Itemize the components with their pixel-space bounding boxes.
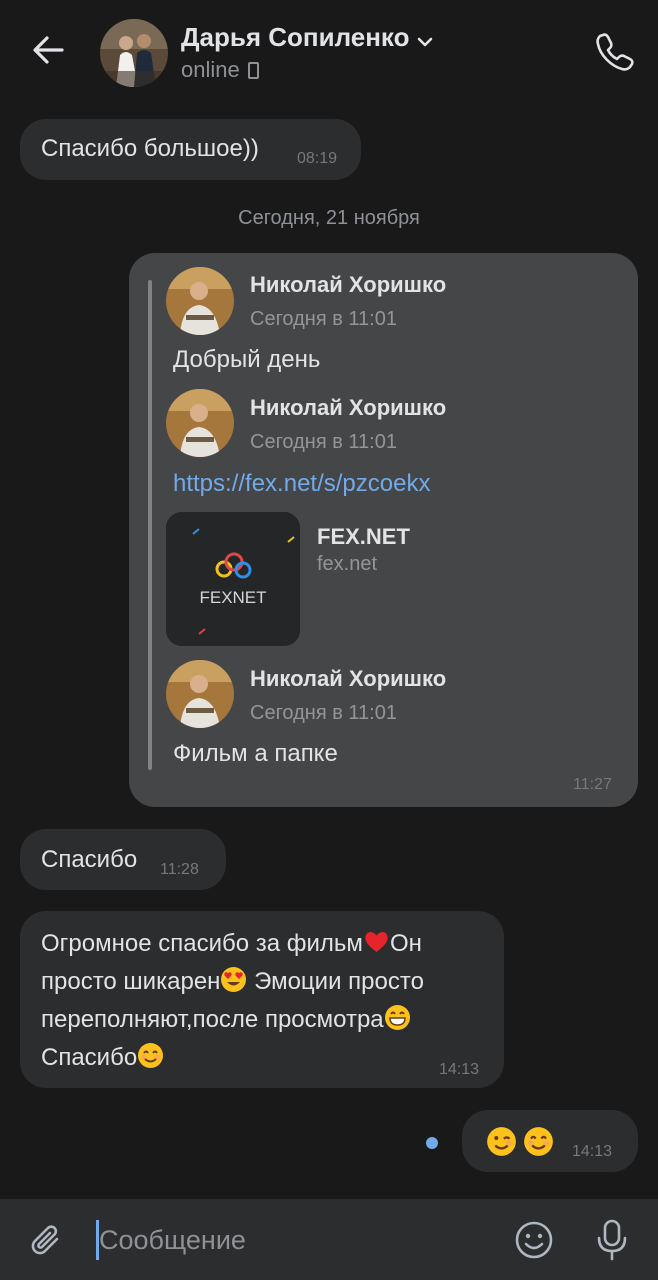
- message-line: просто шикарен Эмоции просто: [41, 966, 424, 996]
- message-time: 11:27: [573, 776, 612, 793]
- mobile-device-icon: [247, 62, 259, 79]
- contact-name[interactable]: Дарья Сопиленко: [181, 22, 433, 55]
- paperclip-icon[interactable]: [28, 1222, 64, 1258]
- message-time: 08:19: [297, 150, 338, 167]
- smiling-emoji-icon: [523, 1126, 554, 1157]
- contact-name-label: Дарья Сопиленко: [181, 22, 410, 52]
- emoji-smile-icon[interactable]: [514, 1220, 554, 1260]
- contact-avatar[interactable]: [100, 19, 168, 87]
- red-heart-icon: [363, 928, 390, 955]
- grinning-emoji-icon: [384, 1004, 411, 1031]
- message-text: Он: [389, 930, 422, 957]
- forward-date: Сегодня в 11:01: [250, 308, 397, 330]
- forward-link[interactable]: https://fex.net/s/pzcoekx: [173, 470, 430, 498]
- message-time: 14:13: [439, 1061, 480, 1078]
- microphone-icon[interactable]: [592, 1218, 632, 1262]
- author-avatar[interactable]: [166, 389, 234, 457]
- winking-emoji-icon: [486, 1126, 517, 1157]
- heart-eyes-emoji-icon: [220, 966, 247, 993]
- forward-text: Добрый день: [173, 346, 321, 373]
- incoming-message[interactable]: Спасибо 11:28: [20, 829, 226, 890]
- author-name[interactable]: Николай Хоришко: [250, 666, 446, 692]
- date-separator: Сегодня, 21 ноября: [238, 207, 420, 229]
- message-input[interactable]: [99, 1222, 489, 1258]
- message-line: переполняют,после просмотра: [41, 1004, 411, 1034]
- author-name[interactable]: Николай Хоришко: [250, 395, 446, 421]
- message-text: Спасибо: [41, 1044, 138, 1071]
- author-name[interactable]: Николай Хоришко: [250, 272, 446, 298]
- forward-date: Сегодня в 11:01: [250, 431, 397, 453]
- message-time: 14:13: [572, 1143, 613, 1160]
- message-text: просто шикарен: [41, 968, 221, 995]
- chat-header: Дарья Сопиленко online: [0, 0, 658, 100]
- link-preview-title[interactable]: FEX.NET: [317, 524, 410, 550]
- message-text: Спасибо большое)): [41, 135, 259, 162]
- outgoing-message[interactable]: 14:13: [462, 1110, 638, 1172]
- incoming-message[interactable]: Спасибо большое)) 08:19: [20, 119, 361, 180]
- link-preview-domain: fex.net: [317, 553, 378, 575]
- back-arrow-icon[interactable]: [28, 30, 68, 70]
- author-avatar[interactable]: [166, 267, 234, 335]
- author-avatar[interactable]: [166, 660, 234, 728]
- smiling-emoji-icon: [137, 1042, 164, 1069]
- message-text: Огромное спасибо за фильм: [41, 930, 363, 957]
- unread-indicator: [426, 1137, 438, 1149]
- message-time: 11:28: [160, 861, 199, 878]
- status-text: online: [181, 57, 240, 82]
- incoming-message[interactable]: Огромное спасибо за фильм Он просто шикар…: [20, 911, 504, 1088]
- message-text: Спасибо: [41, 846, 138, 873]
- message-line: Спасибо: [41, 1042, 164, 1072]
- phone-call-icon[interactable]: [594, 30, 636, 72]
- link-preview-image[interactable]: FEXNET: [166, 512, 300, 646]
- message-text: Эмоции просто: [254, 968, 424, 995]
- contact-status: online: [181, 57, 259, 83]
- forward-text: Фильм а папке: [173, 740, 338, 767]
- preview-logo-text: FEXNET: [199, 588, 266, 607]
- chevron-down-icon: [417, 24, 433, 55]
- message-text: переполняют,после просмотра: [41, 1006, 384, 1033]
- message-line: Огромное спасибо за фильм Он: [41, 928, 422, 958]
- forward-quote-bar: [148, 280, 152, 770]
- forward-date: Сегодня в 11:01: [250, 702, 397, 724]
